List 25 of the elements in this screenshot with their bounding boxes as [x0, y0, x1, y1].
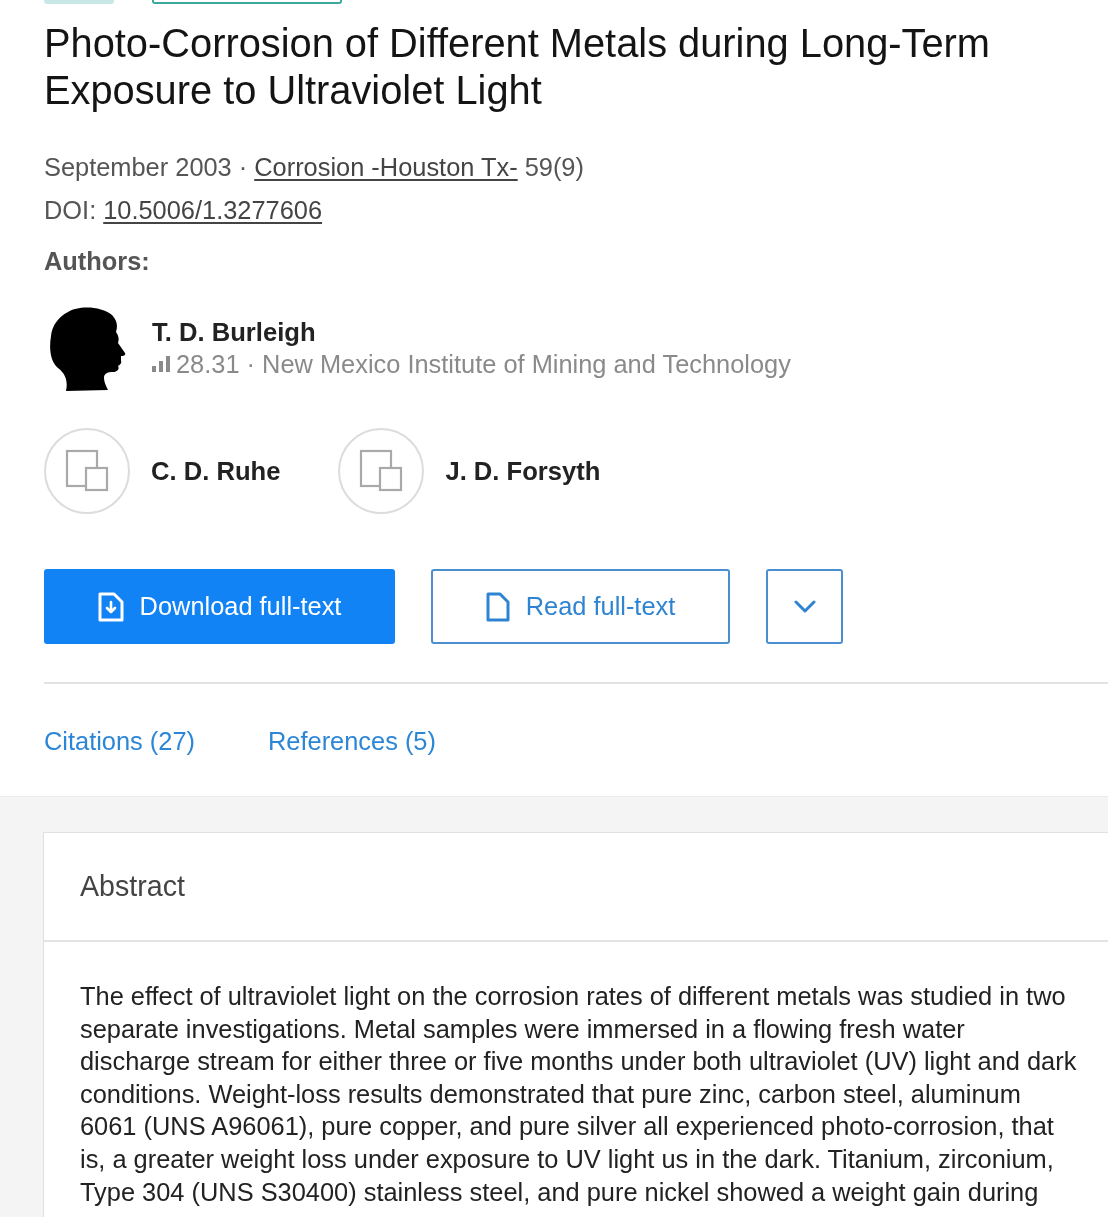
chevron-down-icon — [793, 600, 816, 613]
abstract-text: The effect of ultraviolet light on the corrosion rates of different metals was studied in two separate investigations. Metal samples were immersed in a flowing fresh water discharge stream for either three or five months under both ultraviolet (UV) light and dark conditions. Weight-loss results demonstrated that pure zinc, carbon steel, aluminum 6061 (UNS A96061), pure copper, and pure silver all experienced photo-corrosion, that is, a greater weight loss under exposure to UV light us in the dark. Titanium, zirconium, Type 304 (UNS S30400) stainless steel, and pure nickel showed a weight gain during — [80, 981, 1078, 1208]
journal-link[interactable]: Corrosion -Houston Tx- — [254, 146, 518, 189]
more-options-button[interactable] — [766, 569, 843, 644]
authors-heading: Authors: — [44, 246, 150, 277]
download-file-icon — [97, 591, 124, 622]
tag-badge — [44, 0, 114, 4]
publication-date: September 2003 · — [44, 152, 248, 183]
score-bars-icon — [152, 356, 172, 372]
author-stats: 28.31 · New Mexico Institute of Mining and Technology — [176, 349, 791, 380]
article-title: Photo-Corrosion of Different Metals during Long-Term Exposure to Ultraviolet Light — [44, 20, 991, 114]
author-name[interactable]: T. D. Burleigh — [152, 317, 316, 347]
journal-issue: 59(9) — [524, 152, 584, 183]
download-button[interactable]: Download full-text — [44, 569, 395, 644]
section-tab[interactable]: Citations (27) — [44, 724, 195, 758]
doi-label: DOI: — [44, 195, 97, 226]
section-tab[interactable]: References (5) — [268, 724, 436, 758]
doi-link[interactable]: 10.5006/1.3277606 — [103, 189, 323, 232]
default-avatar-icon[interactable] — [44, 428, 130, 514]
document-icon — [485, 591, 510, 622]
author-name[interactable]: C. D. Ruhe — [151, 456, 281, 486]
author-name[interactable]: J. D. Forsyth — [445, 456, 601, 486]
default-avatar-icon[interactable] — [338, 428, 425, 514]
read-button[interactable]: Read full-text — [431, 569, 730, 644]
abstract-heading: Abstract — [80, 870, 185, 903]
